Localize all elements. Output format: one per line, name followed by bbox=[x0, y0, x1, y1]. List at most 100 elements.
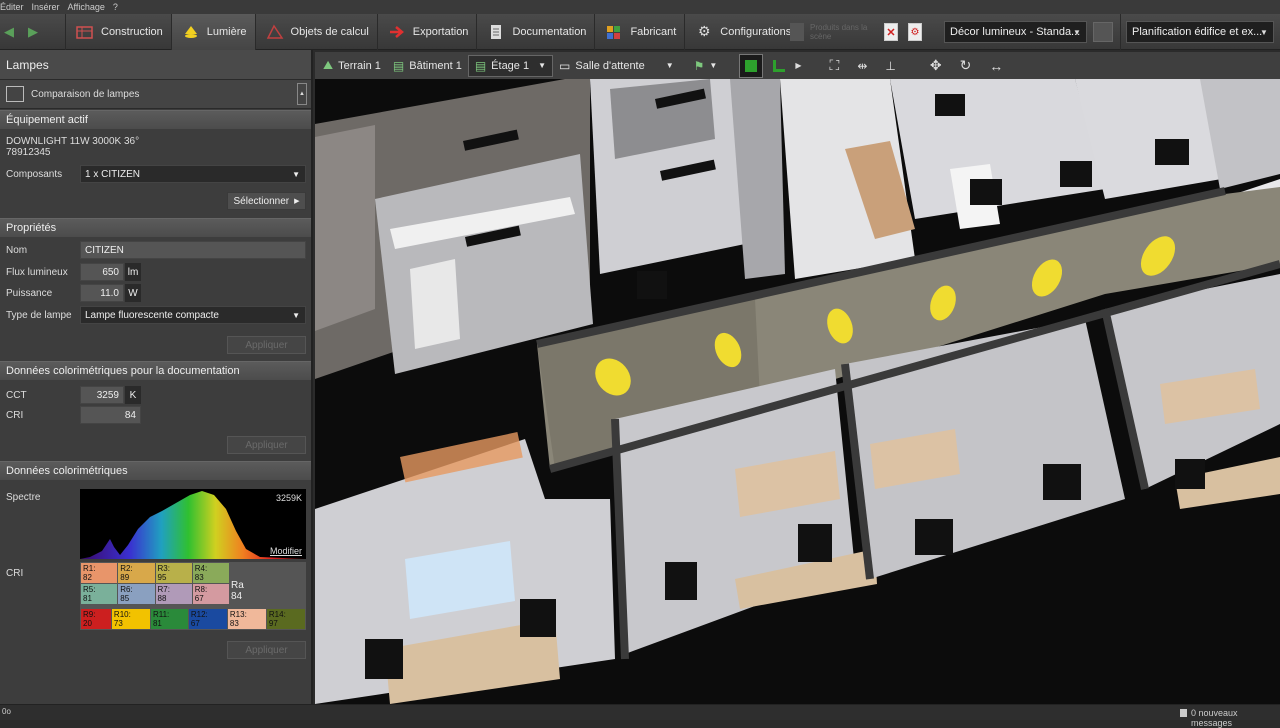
counter bbox=[410, 259, 460, 349]
chevron-right-icon[interactable]: ▶ bbox=[795, 61, 801, 70]
collapse-icon[interactable]: ▲ bbox=[297, 83, 307, 105]
power-unit: W bbox=[125, 284, 141, 302]
ribbon-toolbar: ◀ ▶ Construction Lumière Objets de calcu… bbox=[0, 13, 1280, 50]
lamps-panel: Lampes Comparaison de lampes ▲ Équipemen… bbox=[0, 50, 313, 704]
delete-icon[interactable]: ✕ bbox=[884, 23, 898, 41]
menu-insert[interactable]: Insérer bbox=[32, 2, 68, 12]
building-breadcrumb[interactable]: ▤ Bâtiment 1 bbox=[387, 52, 468, 79]
terrain-icon: ⛰ bbox=[323, 58, 334, 72]
cri-cell: R8: 67 bbox=[192, 584, 229, 604]
cri-cell: R12: 67 bbox=[188, 609, 227, 629]
cri-row: R9: 20 R10: 73 R11: 81 R12: 67 R13: 83 R14: 97 bbox=[81, 609, 305, 629]
rotate-icon[interactable]: ↻ bbox=[960, 57, 972, 74]
chevron-down-icon: ▼ bbox=[292, 169, 300, 179]
tab-label: Objets de calcul bbox=[290, 25, 369, 38]
tab-export[interactable]: Exportation bbox=[378, 13, 478, 50]
menu-help[interactable]: ? bbox=[113, 2, 126, 12]
cri-cell: R5: 81 bbox=[81, 584, 118, 604]
lamp-type-value: Lampe fluorescente compacte bbox=[85, 309, 219, 321]
modify-link[interactable]: Modifier bbox=[270, 546, 302, 556]
terrain-label: Terrain 1 bbox=[338, 59, 381, 72]
flux-field[interactable]: 650 bbox=[80, 263, 124, 281]
room-icon: ▭ bbox=[559, 58, 571, 73]
floor-select[interactable]: ▤ Étage 1 ▼ bbox=[467, 54, 554, 77]
cri-cell: R10: 73 bbox=[111, 609, 150, 629]
cct-field[interactable]: 3259 bbox=[80, 386, 124, 404]
floor-icon: ▤ bbox=[474, 58, 487, 73]
tab-label: Lumière bbox=[206, 25, 247, 38]
components-label: Composants bbox=[6, 169, 63, 180]
scene-select-value: Décor lumineux - Standa... bbox=[950, 26, 1081, 38]
section-color-doc: Données colorimétriques pour la document… bbox=[0, 361, 311, 380]
apply-button-color-data[interactable]: Appliquer bbox=[227, 641, 306, 659]
delete-all-icon[interactable]: ⚙ bbox=[908, 23, 922, 41]
tab-configurations[interactable]: ⚙ Configurations bbox=[685, 14, 799, 50]
tab-documentation[interactable]: Documentation bbox=[477, 13, 596, 50]
status-left: 0o bbox=[2, 707, 11, 716]
scale-icon[interactable]: ↔ bbox=[989, 58, 1003, 74]
cri-cell: R14: 97 bbox=[266, 609, 305, 629]
spectrum-label: Spectre bbox=[6, 492, 41, 503]
menu-view[interactable]: Affichage bbox=[68, 2, 113, 12]
3d-viewport[interactable] bbox=[315, 79, 1280, 704]
layer-tool[interactable]: ⚑ ▼ bbox=[688, 52, 724, 79]
axis-icon[interactable]: ⊥ bbox=[885, 59, 895, 73]
products-in-scene-group: Produits dans la scène bbox=[790, 14, 880, 50]
select-button-label: Sélectionner bbox=[233, 195, 290, 207]
ra-label: Ra bbox=[231, 580, 244, 591]
undo-icon[interactable]: ◀ bbox=[4, 24, 14, 40]
move-icon[interactable]: ✥ bbox=[930, 57, 942, 74]
apply-button-properties[interactable]: Appliquer bbox=[227, 336, 306, 354]
floor-plan-render bbox=[315, 79, 1280, 704]
room-select[interactable]: ▭ Salle d'attente ▼ bbox=[553, 52, 680, 79]
messages-count[interactable]: 0 nouveaux messages bbox=[1191, 708, 1280, 728]
lamp-icon bbox=[182, 24, 200, 40]
measure-icon[interactable]: ⇹ bbox=[857, 59, 867, 73]
gear-icon: ⚙ bbox=[698, 23, 711, 39]
spectrum-graph[interactable]: 3259K Modifier bbox=[80, 489, 306, 559]
redo-icon[interactable]: ▶ bbox=[28, 24, 38, 40]
tab-construction[interactable]: Construction bbox=[66, 13, 172, 50]
ra-box: Ra 84 bbox=[231, 580, 244, 602]
products-in-scene-button[interactable]: Produits dans la scène bbox=[810, 23, 874, 41]
lamp-type-select[interactable]: Lampe fluorescente compacte ▼ bbox=[80, 306, 306, 324]
cri-table-bottom: R9: 20 R10: 73 R11: 81 R12: 67 R13: 83 R14: 97 bbox=[80, 608, 306, 630]
tab-label: Configurations bbox=[720, 25, 792, 38]
tab-lumiere[interactable]: Lumière bbox=[171, 13, 256, 50]
view-plan-button[interactable] bbox=[767, 54, 791, 78]
chevron-down-icon: ▼ bbox=[1073, 27, 1081, 37]
plan-select[interactable]: Planification édifice et ex... ▼ bbox=[1126, 21, 1274, 43]
flux-unit: lm bbox=[125, 263, 141, 281]
view-toolbar: ⛰ Terrain 1 ▤ Bâtiment 1 ▤ Étage 1 ▼ ▭ S… bbox=[315, 52, 1280, 79]
cube-icon bbox=[745, 59, 758, 72]
tab-label: Fabricant bbox=[630, 25, 677, 38]
name-field[interactable]: CITIZEN bbox=[80, 241, 306, 259]
section-color-data: Données colorimétriques bbox=[0, 461, 311, 480]
scene-group: Décor lumineux - Standa... ▼ bbox=[944, 14, 1113, 50]
tab-calculation-objects[interactable]: Objets de calcul bbox=[256, 13, 378, 50]
cri-field[interactable]: 84 bbox=[80, 406, 141, 424]
cct-label: CCT bbox=[6, 390, 27, 401]
lamp-comparison-row[interactable]: Comparaison de lampes ▲ bbox=[0, 80, 311, 109]
view-3d-button[interactable] bbox=[739, 53, 764, 78]
menu-edit[interactable]: Éditer bbox=[0, 2, 32, 12]
plan-group: Planification édifice et ex... ▼ bbox=[1120, 14, 1274, 50]
room-label: Salle d'attente bbox=[575, 59, 645, 72]
manufacturer-icon bbox=[605, 24, 623, 40]
power-field[interactable]: 11.0 bbox=[80, 284, 124, 302]
section-properties: Propriétés bbox=[0, 218, 311, 237]
scene-settings-icon[interactable] bbox=[1093, 22, 1113, 42]
equipment-name: DOWNLIGHT 11W 3000K 36° bbox=[6, 136, 140, 147]
select-button[interactable]: Sélectionner ▶ bbox=[227, 192, 306, 210]
zoom-fit-icon[interactable]: ⛶ bbox=[830, 57, 840, 74]
cct-unit: K bbox=[125, 386, 141, 404]
components-select[interactable]: 1 x CITIZEN ▼ bbox=[80, 165, 306, 183]
flux-label: Flux lumineux bbox=[6, 267, 68, 278]
scene-select[interactable]: Décor lumineux - Standa... ▼ bbox=[944, 21, 1087, 43]
cri-cell: R2: 89 bbox=[118, 563, 155, 583]
terrain-breadcrumb[interactable]: ⛰ Terrain 1 bbox=[315, 52, 387, 79]
tab-manufacturer[interactable]: Fabricant bbox=[595, 13, 686, 50]
apply-button-color-doc[interactable]: Appliquer bbox=[227, 436, 306, 454]
cri-graph-label: CRI bbox=[6, 568, 24, 579]
plan-icon bbox=[773, 59, 786, 72]
